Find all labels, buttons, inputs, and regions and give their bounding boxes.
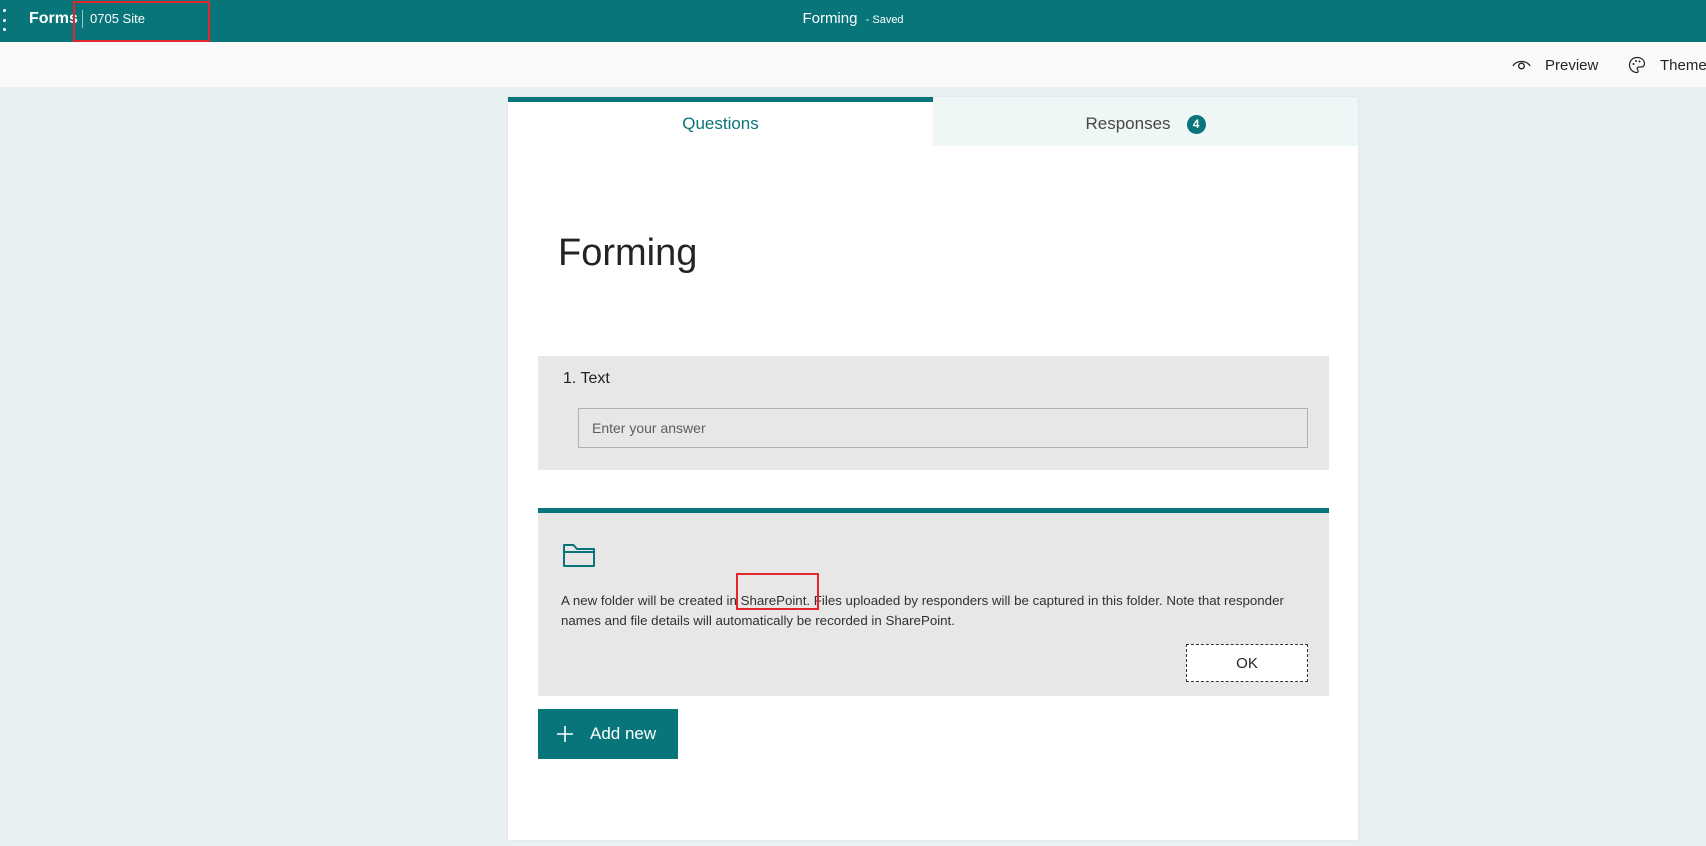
form-card: Questions Responses 4 Forming 1. Text En… [508, 97, 1358, 840]
preview-button[interactable]: Preview [1512, 54, 1598, 76]
tab-questions[interactable]: Questions [508, 97, 933, 146]
add-new-button[interactable]: Add new [538, 709, 678, 759]
sharepoint-link[interactable]: SharePoint. [741, 593, 810, 608]
theme-label: Theme [1660, 56, 1706, 74]
question-card[interactable]: 1. Text Enter your answer [538, 356, 1329, 470]
form-title[interactable]: Forming [558, 230, 697, 276]
upload-text-before: A new folder will be created in [561, 593, 741, 608]
plus-icon [556, 725, 574, 743]
preview-label: Preview [1545, 56, 1599, 74]
folder-icon [563, 544, 595, 567]
upload-notice-text: A new folder will be created in SharePoi… [561, 591, 1301, 630]
top-bar: Forms 0705 Site Forming - Saved [0, 0, 1706, 42]
title-separator: - [865, 14, 870, 26]
add-new-label: Add new [590, 724, 657, 743]
palette-icon [1628, 56, 1646, 74]
responses-count-badge: 4 [1186, 114, 1206, 134]
ok-button[interactable]: OK [1186, 644, 1308, 682]
theme-button[interactable]: Theme [1628, 54, 1706, 76]
save-status-text: Saved [872, 14, 904, 26]
tab-responses-label: Responses [1085, 114, 1171, 133]
command-bar: Preview Theme [0, 42, 1706, 87]
answer-input[interactable]: Enter your answer [578, 408, 1308, 448]
eye-icon [1512, 60, 1531, 70]
tab-responses[interactable]: Responses 4 [933, 97, 1358, 146]
header-form-title[interactable]: Forming [802, 10, 857, 27]
tab-bar: Questions Responses 4 [508, 97, 1358, 146]
upload-notice-card: A new folder will be created in SharePoi… [538, 508, 1329, 696]
save-status: - Saved [866, 14, 904, 26]
form-title-header: Forming - Saved [0, 9, 1706, 30]
question-label: 1. Text [563, 370, 610, 387]
tab-questions-label: Questions [682, 114, 759, 133]
